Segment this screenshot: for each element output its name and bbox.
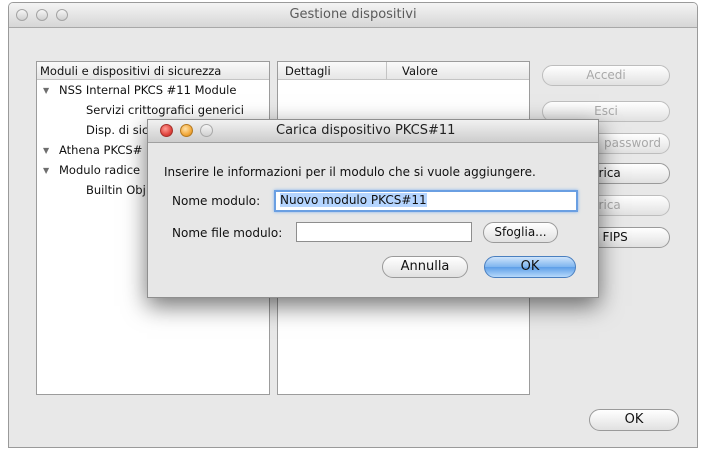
- modules-column-title: Moduli e dispositivi di sicurezza: [40, 64, 222, 78]
- tree-item-nss-internal[interactable]: NSS Internal PKCS #11 Module: [59, 83, 236, 97]
- zoom-dialog-button[interactable]: [200, 124, 213, 137]
- tree-item-root-module[interactable]: Modulo radice: [59, 163, 140, 177]
- dialog-ok-button[interactable]: OK: [484, 256, 576, 278]
- details-column-title[interactable]: Dettagli: [285, 64, 331, 78]
- tree-item-athena[interactable]: Athena PKCS#: [59, 143, 142, 157]
- tree-item-security-device[interactable]: Disp. di sic: [86, 123, 148, 137]
- load-pkcs11-dialog: Carica dispositivo PKCS#11 Inserire le i…: [147, 119, 599, 298]
- expanded-triangle-icon[interactable]: ▼: [43, 146, 49, 155]
- value-column-title[interactable]: Valore: [402, 64, 438, 78]
- details-column-header: Dettagli Valore: [278, 62, 529, 80]
- module-file-input[interactable]: [296, 222, 472, 242]
- column-divider[interactable]: [386, 62, 387, 79]
- module-name-label: Nome modulo:: [172, 194, 261, 208]
- expanded-triangle-icon[interactable]: ▼: [43, 166, 49, 175]
- login-button[interactable]: Accedi: [542, 65, 670, 86]
- module-name-input[interactable]: Nuovo modulo PKCS#11: [274, 190, 578, 212]
- tree-item-generic-crypto[interactable]: Servizi crittografici generici: [86, 103, 244, 117]
- dialog-titlebar: Carica dispositivo PKCS#11: [148, 120, 598, 143]
- browse-button[interactable]: Sfoglia...: [483, 222, 558, 243]
- tree-column-header[interactable]: Moduli e dispositivi di sicurezza: [37, 62, 269, 80]
- close-dialog-button[interactable]: [160, 124, 173, 137]
- minimize-dialog-button[interactable]: [180, 124, 193, 137]
- window-title: Gestione dispositivi: [289, 7, 417, 22]
- dialog-instruction: Inserire le informazioni per il modulo c…: [164, 165, 536, 179]
- module-file-label: Nome file modulo:: [172, 226, 283, 240]
- ok-button[interactable]: OK: [589, 409, 679, 431]
- cancel-button[interactable]: Annulla: [382, 256, 468, 278]
- module-name-value: Nuovo modulo PKCS#11: [280, 193, 427, 207]
- dialog-title: Carica dispositivo PKCS#11: [276, 123, 456, 138]
- tree-item-builtin-objects[interactable]: Builtin Obj: [86, 183, 146, 197]
- expanded-triangle-icon[interactable]: ▼: [43, 86, 49, 95]
- window-titlebar: Gestione dispositivi: [9, 3, 697, 28]
